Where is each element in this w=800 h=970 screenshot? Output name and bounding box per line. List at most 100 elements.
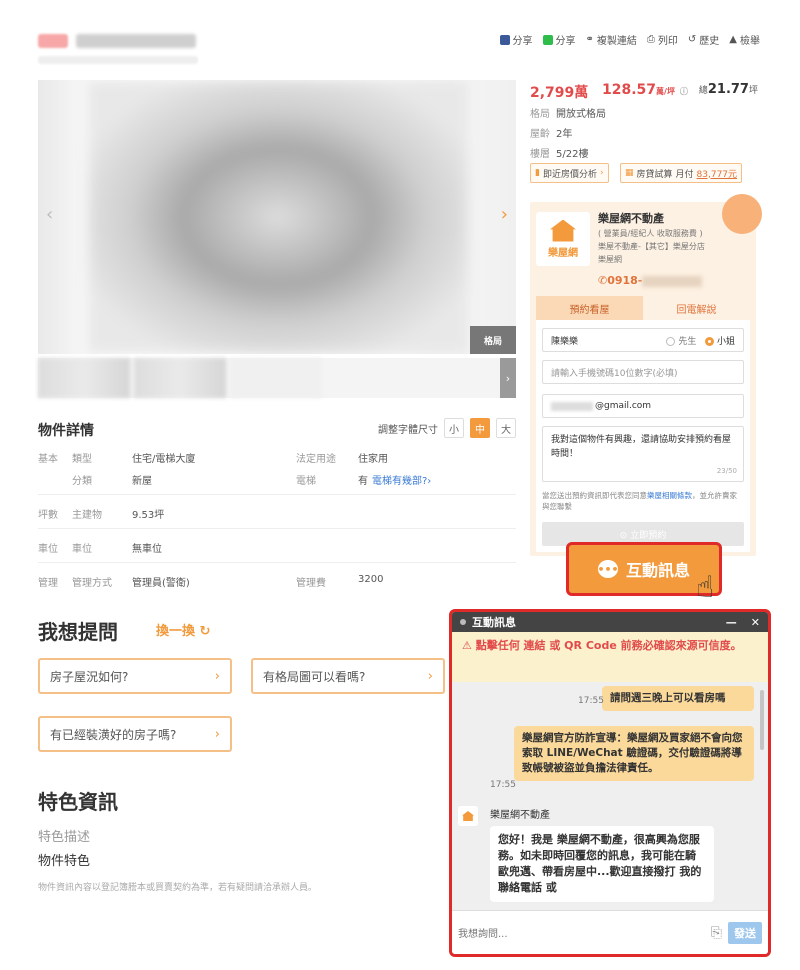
- print-button[interactable]: ⎙ 列印: [647, 32, 678, 47]
- status-dot-icon: [460, 619, 466, 625]
- question-button[interactable]: 有格局圖可以看嗎? ›: [251, 658, 445, 694]
- agent-name[interactable]: 樂屋網不動產: [598, 210, 664, 226]
- detail-label: 法定用途: [296, 454, 336, 465]
- swap-questions-button[interactable]: 換一換 ↻: [156, 620, 210, 639]
- detail-label: 類型: [72, 454, 92, 465]
- tab-book-viewing[interactable]: 預約看屋: [536, 296, 643, 320]
- thumbnail-strip: ›: [38, 358, 516, 398]
- loan-calc-label: 房貸試算: [636, 169, 673, 180]
- photo-gallery[interactable]: ‹ › 格局: [38, 80, 516, 354]
- spec-value: 5/22樓: [556, 149, 589, 160]
- agent-logo: 樂屋網: [536, 212, 590, 266]
- chat-warning: ⚠ 點擊任何 連結 或 QR Code 前務必確認來源可信度。: [452, 632, 768, 682]
- font-size-label: 調整字體尺寸: [378, 424, 438, 436]
- chat-bubble-icon: •••: [597, 560, 619, 578]
- font-size-small-button[interactable]: 小: [444, 418, 464, 438]
- area-prefix: 總: [698, 86, 708, 96]
- mascot-icon: [722, 194, 762, 234]
- char-count: 23/50: [716, 467, 737, 475]
- total-price: 2,799萬: [530, 85, 589, 101]
- price-analysis-label: 即近房價分析: [542, 169, 597, 180]
- chat-input[interactable]: 我想詢問...: [458, 925, 711, 940]
- copy-link-button[interactable]: ⚭ 複製連結: [586, 32, 637, 47]
- chat-message-out: 樂屋網官方防詐宣導：樂屋網及買家絕不會向您索取 LINE/WeChat 驗證碼，…: [514, 726, 754, 781]
- detail-group-label: 管理: [38, 578, 58, 589]
- gender-mr-radio[interactable]: 先生: [666, 336, 696, 347]
- info-icon[interactable]: ⓘ: [680, 87, 688, 96]
- features-title: 特色資訊: [38, 790, 118, 814]
- question-button[interactable]: 房子屋況如何? ›: [38, 658, 232, 694]
- thumbnail[interactable]: [230, 358, 322, 398]
- monthly-value: 83,777元: [696, 169, 738, 180]
- detail-label: 分類: [72, 476, 92, 487]
- area-value: 21.77: [707, 82, 749, 97]
- consent-prefix: 當您送出預約資訊即代表您同意: [542, 491, 647, 500]
- questions-title: 我想提問: [38, 620, 118, 644]
- radio-icon: [666, 336, 676, 346]
- detail-value: 管理員(警衛): [132, 578, 190, 589]
- share-line-button[interactable]: 分享: [542, 32, 576, 47]
- chat-input-bar: 我想詢問... ⎘ 發送: [452, 910, 768, 954]
- gallery-prev-icon[interactable]: ‹: [46, 204, 53, 225]
- chat-messages[interactable]: 請問週三晚上可以看房嗎 17:55 樂屋網官方防詐宣導：樂屋網及買家絕不會向您索…: [452, 682, 768, 910]
- divider: [38, 494, 516, 495]
- scrollbar[interactable]: [760, 690, 764, 750]
- price-analysis-button[interactable]: ▮ 即近房價分析 ›: [530, 163, 609, 183]
- detail-value: 住宅/電梯大廈: [132, 454, 196, 465]
- spec-label: 樓層: [530, 149, 550, 160]
- send-button[interactable]: 發送: [728, 921, 762, 944]
- link-icon: ⚭: [585, 34, 594, 45]
- chevron-right-icon: ›: [427, 668, 433, 684]
- report-button[interactable]: ▲ 檢舉: [729, 32, 760, 47]
- agent-phone[interactable]: ✆0918-: [598, 274, 703, 287]
- tab-callback[interactable]: 回電解說: [643, 296, 750, 320]
- name-value: 陳樂樂: [551, 336, 579, 347]
- gallery-next-icon[interactable]: ›: [501, 204, 508, 225]
- message-time: 17:55: [578, 696, 604, 706]
- phone-icon: ✆: [598, 274, 608, 287]
- terms-link[interactable]: 樂屋相關條款: [647, 491, 692, 500]
- message-textarea[interactable]: 我對這個物件有興趣，還請協助安排預約看屋時間！ 23/50: [542, 426, 744, 482]
- history-button[interactable]: ↺ 歷史: [688, 32, 719, 47]
- attachment-icon[interactable]: ⎘: [711, 925, 722, 941]
- disclaimer: 物件資訊內容以登記簿謄本或買賣契約為準，若有疑問請洽承辦人員。: [38, 883, 318, 893]
- chat-window: 互動訊息 — ✕ ⚠ 點擊任何 連結 或 QR Code 前務必確認來源可信度。…: [449, 609, 771, 957]
- email-suffix: @gmail.com: [595, 401, 652, 411]
- share-facebook-button[interactable]: 分享: [499, 32, 533, 47]
- unit-price: 128.57萬/坪 ⓘ: [602, 82, 688, 98]
- divider: [38, 562, 516, 563]
- question-button[interactable]: 有已經裝潢好的房子嗎? ›: [38, 716, 232, 752]
- email-input[interactable]: @gmail.com: [542, 394, 744, 418]
- spec-label: 格局: [530, 109, 550, 120]
- house-icon: [462, 811, 474, 821]
- details-title: 物件詳情: [38, 423, 94, 439]
- listing-subtitle: [38, 56, 198, 64]
- elevator-count-link[interactable]: 電梯有幾部?›: [372, 472, 431, 487]
- logo-text: 樂屋網: [548, 247, 578, 259]
- thumbnail[interactable]: [38, 358, 130, 398]
- floorplan-badge[interactable]: 格局: [470, 326, 516, 354]
- print-icon: ⎙: [646, 34, 655, 45]
- thumbnail-next-button[interactable]: ›: [500, 358, 516, 398]
- facebook-icon: [499, 34, 510, 45]
- font-size-control: 調整字體尺寸 小 中 大: [378, 418, 516, 438]
- detail-group-label: 基本: [38, 454, 58, 465]
- gender-ms-radio[interactable]: 小姐: [704, 336, 735, 347]
- loan-calculator-button[interactable]: ▦ 房貸試算 月付 83,777元: [620, 163, 743, 183]
- name-field[interactable]: 陳樂樂 先生 小姐: [542, 328, 744, 352]
- close-icon[interactable]: ✕: [751, 616, 760, 629]
- appointment-form: 預約看屋 回電解說 陳樂樂 先生 小姐 請輸入手機號碼10位數字(必填) @gm…: [536, 296, 750, 552]
- detail-value: 新屋: [132, 476, 152, 487]
- agent-card: 樂屋網 樂屋網不動產 ( 營業員/經紀人 收取服務費 ) 樂屋不動產-【其它】樂…: [530, 194, 762, 556]
- spec-floor: 樓層 5/22樓: [530, 145, 588, 160]
- calculator-icon: ▦: [625, 168, 634, 178]
- thumbnail[interactable]: [134, 358, 226, 398]
- chat-message-in: 您好！我是 樂屋網不動產，很高興為您服務。如未即時回覆您的訊息，我可能在騎歐兜邁…: [490, 826, 714, 902]
- phone-input[interactable]: 請輸入手機號碼10位數字(必填): [542, 360, 744, 384]
- agent-company: 樂屋不動產-【其它】樂屋分店: [598, 242, 705, 251]
- minimize-icon[interactable]: —: [726, 616, 737, 629]
- phone-prefix: 0918-: [607, 274, 643, 287]
- area-unit: 坪: [748, 86, 758, 96]
- font-size-medium-button[interactable]: 中: [470, 418, 490, 438]
- font-size-large-button[interactable]: 大: [496, 418, 516, 438]
